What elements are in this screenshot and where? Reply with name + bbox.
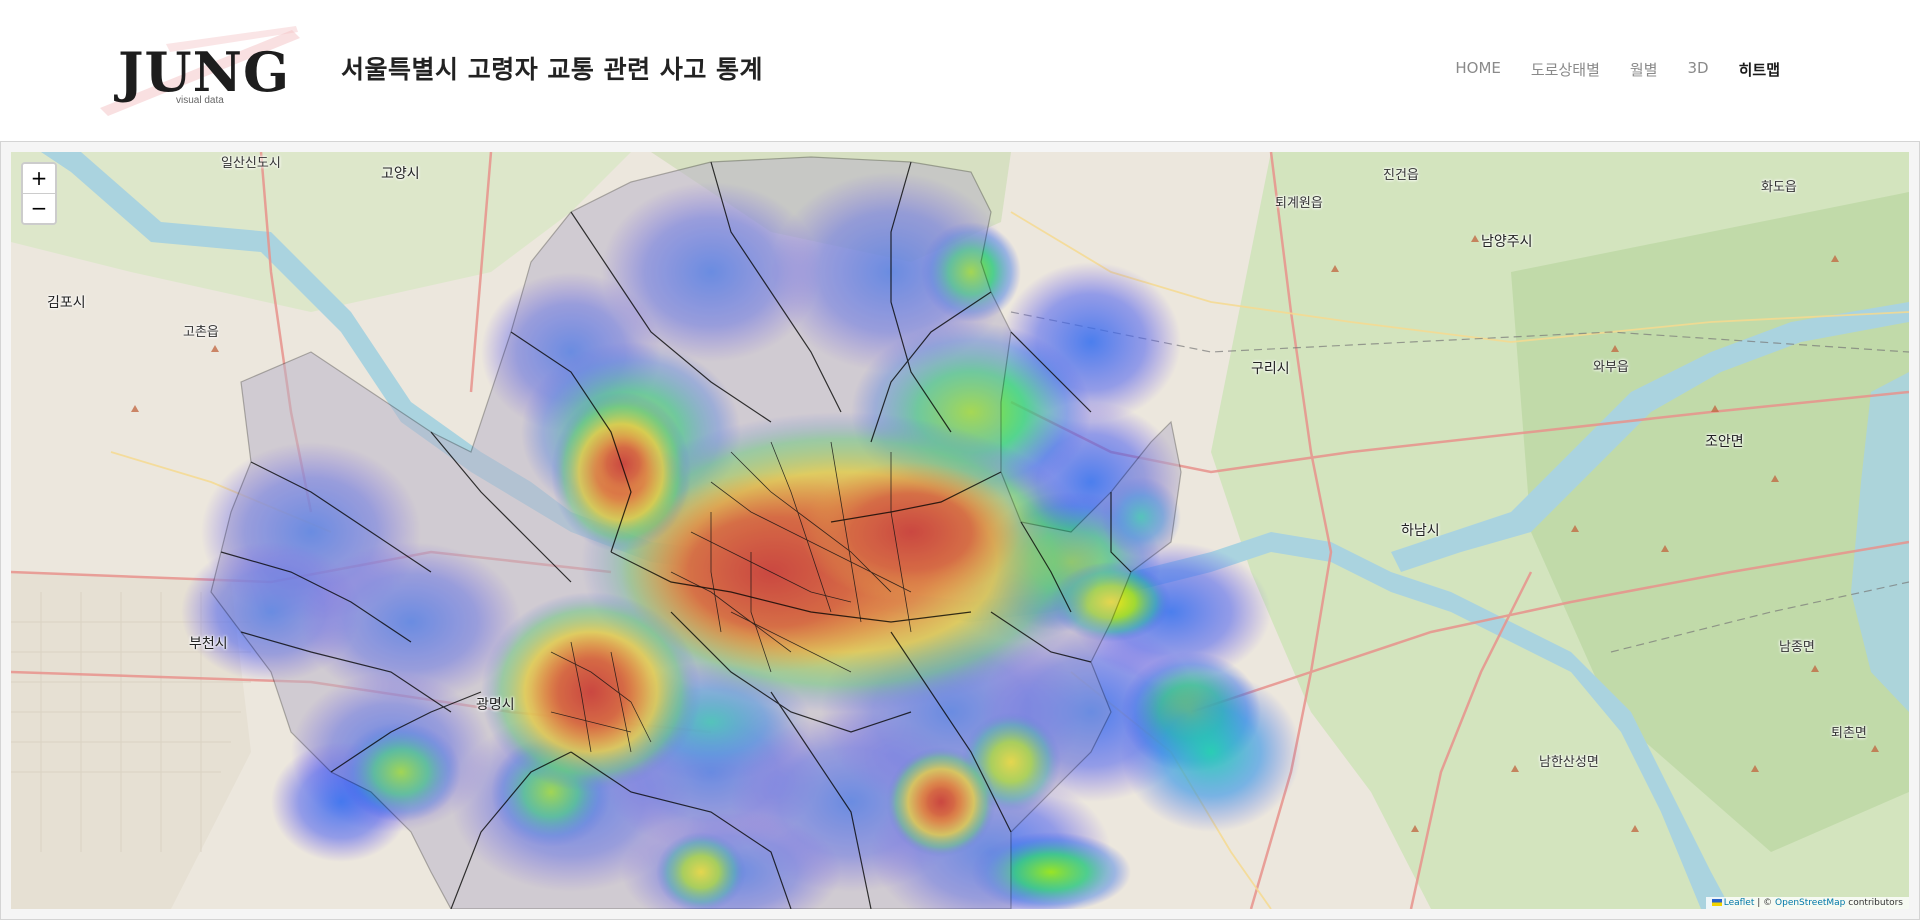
nav-monthly[interactable]: 월별 (1630, 59, 1658, 80)
site-header: JUNG visual data 서울특별시 고령자 교통 관련 사고 통계 H… (0, 0, 1920, 140)
map-attribution: Leaflet | © OpenStreetMap contributors (1705, 897, 1909, 909)
leaflet-link[interactable]: Leaflet (1724, 898, 1755, 908)
map-canvas (11, 152, 1909, 909)
attribution-separator: | © (1754, 898, 1776, 908)
zoom-in-button[interactable]: + (23, 164, 55, 193)
main-nav: HOME 도로상태별 월별 3D 히트맵 (1425, 59, 1780, 80)
nav-3d[interactable]: 3D (1688, 59, 1709, 80)
logo[interactable]: JUNG visual data (96, 24, 306, 116)
nav-road-condition[interactable]: 도로상태별 (1531, 59, 1600, 80)
osm-link[interactable]: OpenStreetMap (1775, 898, 1845, 908)
zoom-control: + − (21, 162, 57, 225)
ukraine-flag-icon (1711, 899, 1722, 906)
map-frame: 일산신도시 고양시 진건읍 화도읍 퇴계원읍 남양주시 김포시 고촌읍 구리시 … (0, 141, 1920, 920)
logo-wordmark: JUNG (118, 40, 291, 104)
page-title: 서울특별시 고령자 교통 관련 사고 통계 (341, 55, 764, 84)
attribution-suffix: contributors (1845, 898, 1903, 908)
nav-home[interactable]: HOME (1455, 59, 1501, 80)
logo-subtitle: visual data (176, 95, 224, 106)
zoom-out-button[interactable]: − (23, 193, 55, 223)
heatmap-map[interactable]: 일산신도시 고양시 진건읍 화도읍 퇴계원읍 남양주시 김포시 고촌읍 구리시 … (11, 152, 1909, 909)
nav-heatmap[interactable]: 히트맵 (1739, 59, 1780, 80)
